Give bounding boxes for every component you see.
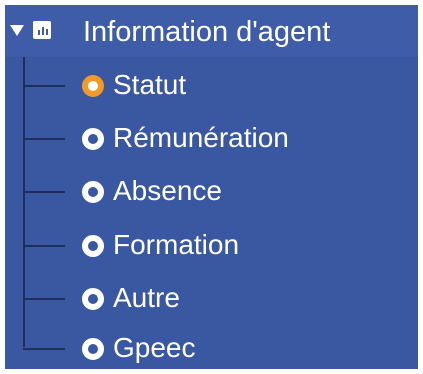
tree-item-gpeec[interactable]: Gpeec — [23, 328, 403, 368]
tree-item-label: Gpeec — [113, 332, 196, 363]
radio-icon[interactable] — [82, 235, 104, 257]
report-icon — [33, 21, 51, 39]
tree-branch-line — [23, 298, 65, 300]
radio-icon[interactable] — [82, 181, 104, 203]
tree-item-absence[interactable]: Absence — [23, 171, 403, 211]
tree-item-formation[interactable]: Formation — [23, 225, 403, 265]
tree-panel: Information d'agent Statut Rémunération … — [5, 5, 418, 369]
tree-item-autre[interactable]: Autre — [23, 278, 403, 318]
tree-branch-line — [23, 191, 65, 193]
tree-header-title: Information d'agent — [83, 16, 331, 48]
tree-header-agent-info[interactable]: Information d'agent — [5, 5, 418, 57]
tree-branch-line — [23, 138, 65, 140]
tree-item-label: Autre — [113, 282, 180, 313]
radio-icon[interactable] — [82, 288, 104, 310]
tree-item-remuneration[interactable]: Rémunération — [23, 118, 403, 158]
tree-item-label: Rémunération — [113, 122, 289, 153]
tree-branch-line — [23, 85, 65, 87]
tree-item-label: Absence — [113, 175, 222, 206]
tree-branch-line — [23, 348, 65, 350]
radio-icon[interactable] — [82, 338, 104, 360]
tree-item-label: Statut — [113, 69, 187, 100]
radio-selected-icon[interactable] — [82, 75, 104, 97]
tree-item-label: Formation — [113, 229, 240, 260]
tree-item-statut[interactable]: Statut — [23, 65, 403, 105]
radio-icon[interactable] — [82, 128, 104, 150]
tree-branch-line — [23, 245, 65, 247]
expand-caret-icon[interactable] — [10, 25, 24, 36]
